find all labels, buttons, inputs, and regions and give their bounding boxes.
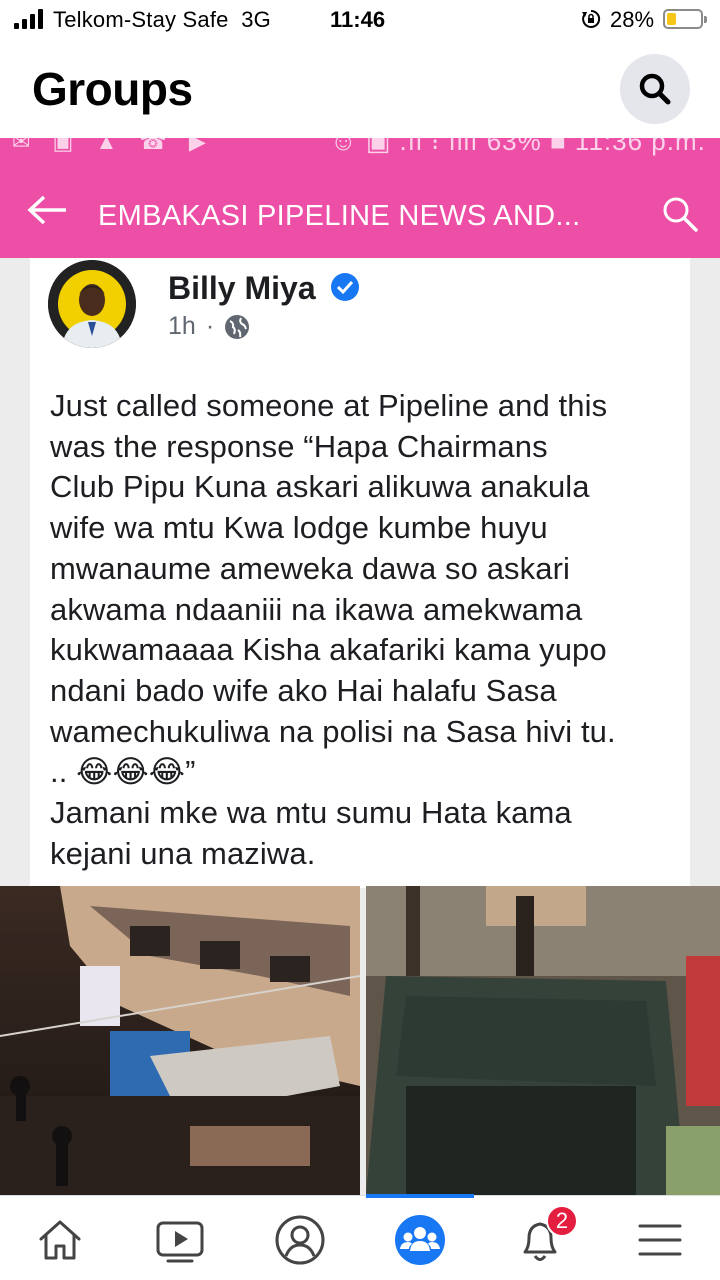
profile-icon: [275, 1215, 325, 1265]
bottom-nav: 2: [0, 1194, 720, 1280]
battery-level: [667, 13, 676, 25]
post-author: Billy Miya: [168, 270, 316, 306]
nav-profile[interactable]: [272, 1212, 328, 1268]
nav-home[interactable]: [32, 1212, 88, 1268]
clock: 11:46: [330, 7, 386, 32]
active-tab-indicator: [366, 1194, 474, 1198]
post-photo-right[interactable]: [366, 886, 720, 1195]
embedded-group-name: EMBAKASI PIPELINE NEWS AND...: [98, 200, 581, 232]
post-card: Billy Miya 1h · Just called someone at P…: [30, 258, 690, 888]
embedded-app-bar: EMBAKASI PIPELINE NEWS AND...: [0, 158, 720, 258]
nav-menu[interactable]: [632, 1212, 688, 1268]
search-button[interactable]: [620, 54, 690, 124]
verified-badge-icon: [331, 273, 359, 301]
groups-icon: [395, 1215, 445, 1265]
battery-icon: [663, 9, 707, 29]
menu-icon: [638, 1224, 682, 1256]
back-arrow-icon: [27, 195, 66, 225]
status-bar: Telkom-Stay Safe 3G 11:46 28%: [0, 0, 720, 40]
embedded-status-text: ☺ ▣ .ıl ⁝ ıllı 63% ■ 11:36 p.m.: [330, 138, 706, 156]
network-type: 3G: [241, 7, 271, 32]
video-icon: [156, 1221, 204, 1263]
carrier-name: Telkom-Stay Safe: [53, 7, 229, 32]
shared-screenshot-image[interactable]: ✉ ▣ ▲ ☎ ▶ ☺ ▣ .ıl ⁝ ıllı 63% ■ 11:36 p.m…: [0, 138, 720, 1195]
avatar: [48, 260, 136, 348]
search-icon: [663, 197, 698, 232]
search-icon: [639, 73, 671, 105]
embedded-status-icons: ✉ ▣ ▲ ☎ ▶: [12, 138, 214, 154]
globe-icon: [225, 314, 250, 339]
page-title: Groups: [32, 63, 193, 115]
post-text: Just called someone at Pipeline and this…: [50, 388, 616, 871]
nav-video[interactable]: [152, 1212, 208, 1268]
embedded-status-bar: ✉ ▣ ▲ ☎ ▶ ☺ ▣ .ıl ⁝ ıllı 63% ■ 11:36 p.m…: [0, 138, 720, 158]
home-icon: [39, 1220, 81, 1260]
battery-percent: 28%: [610, 7, 655, 32]
meta-separator: ·: [205, 312, 215, 340]
rotation-lock-icon: [582, 9, 601, 28]
post-time: 1h: [168, 312, 196, 340]
notification-badge: 2: [546, 1205, 578, 1237]
signal-strength-icon: [14, 9, 43, 29]
post-meta: 1h ·: [168, 312, 250, 341]
post-photo-left[interactable]: [0, 886, 360, 1195]
nav-groups[interactable]: [392, 1212, 448, 1268]
